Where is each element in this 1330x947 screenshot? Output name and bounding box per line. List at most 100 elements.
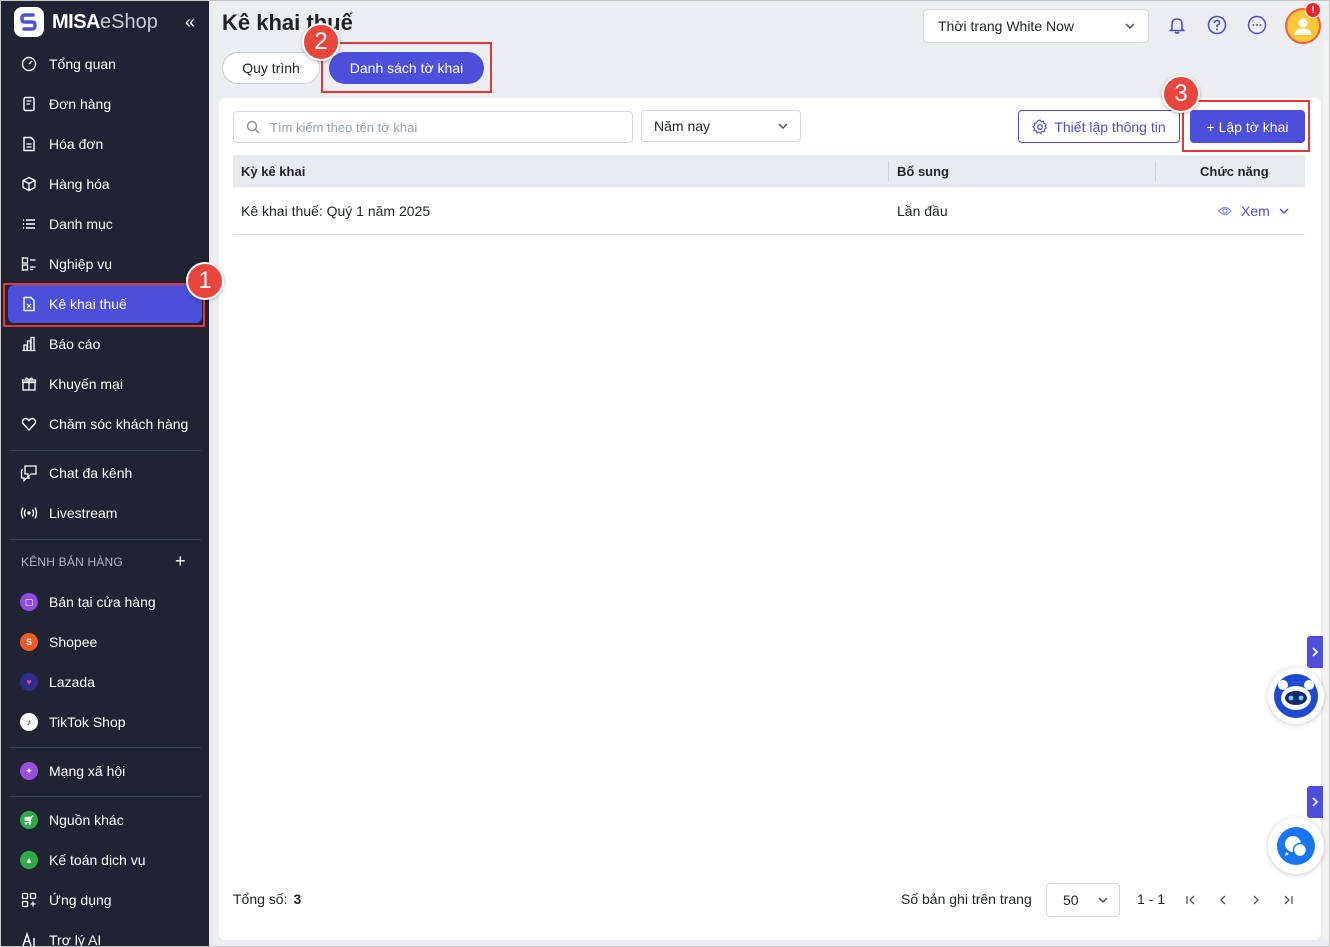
support-chat-button[interactable] <box>1268 818 1324 874</box>
sidebar-item-label: Kế toán dịch vụ <box>49 852 146 868</box>
sidebar-item-label: TikTok Shop <box>49 714 126 730</box>
view-action[interactable]: Xem <box>1218 188 1270 234</box>
sidebar-item-apps[interactable]: Ứng dụng <box>8 881 202 919</box>
sidebar-item-label: Mạng xã hội <box>49 763 126 779</box>
gear-icon <box>1032 118 1048 135</box>
tiktok-icon: ♪ <box>20 713 38 731</box>
year-select[interactable]: Năm nay <box>641 110 801 142</box>
sidebar-item-livestream[interactable]: Livestream <box>8 494 202 532</box>
sidebar-item-label: Nguồn khác <box>49 812 124 828</box>
chevron-right-icon <box>1312 647 1319 657</box>
bell-icon[interactable] <box>1166 14 1188 36</box>
sidebar-item-tiktok-shop[interactable]: ♪ TikTok Shop <box>8 703 202 741</box>
sidebar-item-label: Bán tại cửa hàng <box>49 594 156 610</box>
order-icon <box>20 95 38 113</box>
accounting-icon: ▲ <box>20 851 38 869</box>
setup-info-button[interactable]: Thiết lập thông tin <box>1018 110 1180 143</box>
callout-box-3 <box>1182 100 1310 152</box>
help-icon[interactable] <box>1206 14 1228 36</box>
expand-chat-button[interactable] <box>1307 786 1323 818</box>
add-channel-button[interactable]: + <box>175 551 186 572</box>
row-actions-dropdown[interactable] <box>1278 188 1290 234</box>
scrollbar[interactable] <box>1323 40 1330 940</box>
sidebar-item-shopee[interactable]: S Shopee <box>8 623 202 661</box>
search-icon <box>246 120 260 134</box>
store-select-value: Thời trang White Now <box>938 18 1075 34</box>
chevron-down-icon <box>776 119 790 136</box>
sidebar-item-label: Trợ lý AI <box>49 932 102 947</box>
report-icon <box>20 335 38 353</box>
store-icon: ▢ <box>20 593 38 611</box>
table-header: Kỳ kê khai Bổ sung Chức năng <box>233 155 1305 187</box>
year-select-value: Năm nay <box>654 118 711 134</box>
first-page-button[interactable] <box>1183 891 1199 909</box>
sidebar-item-overview[interactable]: Tổng quan <box>8 45 202 83</box>
sidebar-item-label: Báo cáo <box>49 336 101 352</box>
sidebar-item-label: Nghiệp vụ <box>49 256 113 272</box>
page-range: 1 - 1 <box>1137 891 1166 907</box>
sidebar-item-other-sources[interactable]: 🛒︎ Nguồn khác <box>8 801 202 839</box>
apps-icon <box>20 891 38 909</box>
table-row[interactable]: Kê khai thuế: Quý 1 năm 2025 Lần đầu Xem <box>233 188 1305 235</box>
divider <box>9 747 201 748</box>
search-input[interactable]: Tìm kiếm theo tên tờ khai <box>233 111 633 143</box>
sidebar-item-in-store[interactable]: ▢ Bán tại cửa hàng <box>8 583 202 621</box>
livestream-icon <box>20 504 38 522</box>
sidebar-item-social[interactable]: ✦ Mạng xã hội <box>8 752 202 790</box>
next-page-button[interactable] <box>1248 891 1264 909</box>
assistant-bot-button[interactable] <box>1268 668 1324 724</box>
cell-supplement: Lần đầu <box>897 203 948 219</box>
sidebar-item-operations[interactable]: Nghiệp vụ <box>8 245 202 283</box>
view-link[interactable]: Xem <box>1218 203 1270 219</box>
heart-icon <box>20 415 38 433</box>
column-separator <box>888 161 889 181</box>
sidebar-item-invoices[interactable]: Hóa đơn <box>8 125 202 163</box>
sidebar-item-categories[interactable]: Danh mục <box>8 205 202 243</box>
misa-logo-icon <box>14 7 44 37</box>
sidebar: MISAeShop « Tổng quan Đơn hàng Hóa đơn H… <box>0 0 209 947</box>
last-page-button[interactable] <box>1280 891 1296 909</box>
page-size-select[interactable]: 50 <box>1046 883 1120 917</box>
sidebar-item-label: Hóa đơn <box>49 136 104 152</box>
view-label: Xem <box>1241 203 1270 219</box>
section-title-sales-channels: KÊNH BÁN HÀNG <box>21 555 123 569</box>
chat-icon <box>20 464 38 482</box>
setup-info-label: Thiết lập thông tin <box>1054 118 1166 135</box>
sidebar-item-customer-care[interactable]: Chăm sóc khách hàng <box>8 405 202 443</box>
divider <box>9 796 201 797</box>
sidebar-item-orders[interactable]: Đơn hàng <box>8 85 202 123</box>
chevron-right-icon <box>1312 797 1319 807</box>
sidebar-item-reports[interactable]: Báo cáo <box>8 325 202 363</box>
sidebar-item-label: Chăm sóc khách hàng <box>49 416 189 432</box>
sidebar-item-promotions[interactable]: Khuyến mại <box>8 365 202 403</box>
sidebar-item-label: Đơn hàng <box>49 96 112 112</box>
column-separator <box>1155 161 1156 181</box>
chevron-down-icon <box>1096 893 1110 910</box>
logo[interactable]: MISAeShop <box>0 0 209 44</box>
invoice-icon <box>20 135 38 153</box>
box-icon <box>20 175 38 193</box>
tab-process[interactable]: Quy trình <box>222 52 320 84</box>
store-select[interactable]: Thời trang White Now <box>923 9 1149 43</box>
page-size-value: 50 <box>1063 892 1079 908</box>
collapse-sidebar-button[interactable]: « <box>185 12 195 33</box>
sidebar-item-lazada[interactable]: ♥ Lazada <box>8 663 202 701</box>
sidebar-item-label: Danh mục <box>49 216 113 232</box>
sidebar-item-ai-assistant[interactable]: Trợ lý AI <box>8 921 202 947</box>
sidebar-item-products[interactable]: Hàng hóa <box>8 165 202 203</box>
more-icon[interactable] <box>1246 14 1268 36</box>
sidebar-item-accounting-service[interactable]: ▲ Kế toán dịch vụ <box>8 841 202 879</box>
lazada-icon: ♥ <box>20 673 38 691</box>
records-per-page-label: Số bản ghi trên trang <box>901 891 1032 907</box>
chevron-down-icon <box>1124 19 1136 35</box>
prev-page-button[interactable] <box>1215 891 1231 909</box>
callout-number-1: 1 <box>186 262 224 300</box>
total-count: Tổng số: 3 <box>233 891 302 907</box>
expand-panel-button[interactable] <box>1307 636 1323 668</box>
shopee-icon: S <box>20 633 38 651</box>
logo-text: MISAeShop <box>52 10 158 33</box>
callout-number-3: 3 <box>1162 75 1200 113</box>
sidebar-item-omnichannel-chat[interactable]: Chat đa kênh <box>8 454 202 492</box>
robot-icon <box>1274 674 1318 718</box>
divider <box>9 539 201 540</box>
